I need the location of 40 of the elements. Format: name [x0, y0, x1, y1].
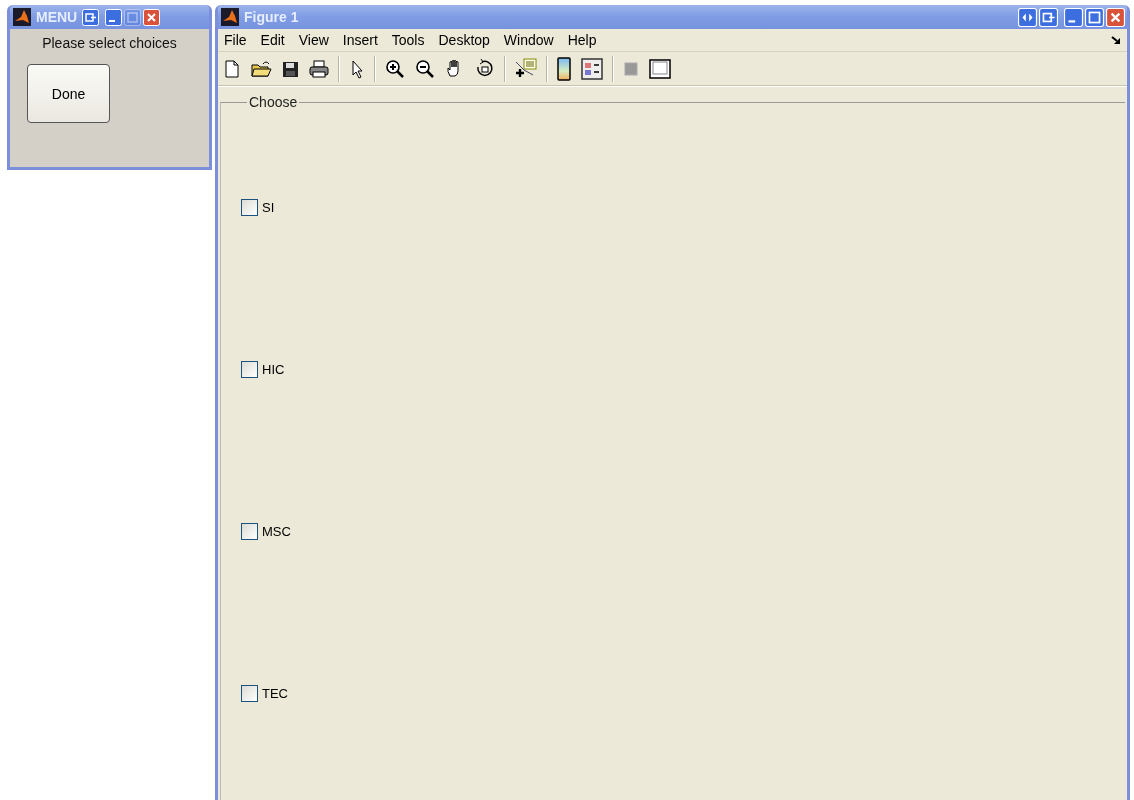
window-title: Figure 1: [244, 9, 299, 25]
done-button[interactable]: Done: [27, 64, 110, 123]
data-cursor-icon[interactable]: [514, 57, 538, 80]
colorbar-icon[interactable]: [556, 56, 572, 81]
zoom-out-icon[interactable]: [414, 57, 436, 80]
maximize-icon[interactable]: [1085, 7, 1104, 27]
menu-item[interactable]: View: [298, 32, 329, 48]
prompt-text: Please select choices: [41, 35, 178, 51]
menu-item[interactable]: Help: [567, 32, 597, 48]
window-title: MENU: [36, 9, 78, 25]
checkbox[interactable]: [241, 684, 258, 702]
checkbox-label[interactable]: TEC: [262, 685, 288, 701]
zoom-in-icon[interactable]: [384, 57, 406, 80]
minimize-icon[interactable]: [105, 8, 123, 26]
arrows-icon[interactable]: [1018, 7, 1037, 27]
menu-item[interactable]: Edit: [260, 32, 285, 48]
menu-item[interactable]: File: [224, 32, 247, 48]
frame-icon[interactable]: [648, 57, 672, 80]
checkbox[interactable]: [241, 198, 258, 216]
menu-item[interactable]: Desktop: [438, 32, 490, 48]
close-icon[interactable]: [1106, 7, 1125, 27]
app-logo-icon: [13, 8, 31, 26]
arrow-icon[interactable]: [1111, 35, 1121, 45]
close-icon[interactable]: [143, 8, 161, 26]
printer-icon[interactable]: [308, 58, 330, 79]
menu-item[interactable]: Window: [503, 32, 554, 48]
dock-icon[interactable]: [82, 8, 100, 26]
menu-item[interactable]: Tools: [391, 32, 425, 48]
checkbox-label[interactable]: HIC: [262, 361, 285, 377]
checkbox-label[interactable]: MSC: [262, 523, 291, 539]
legend-icon[interactable]: [580, 56, 604, 81]
checkbox-label[interactable]: SI: [262, 199, 275, 215]
panel-title: Choose: [248, 94, 299, 110]
checkbox[interactable]: [241, 360, 258, 378]
minimize-icon[interactable]: [1064, 7, 1083, 27]
app-logo-icon: [221, 8, 239, 26]
checkbox[interactable]: [241, 522, 258, 540]
dock-icon[interactable]: [1039, 7, 1058, 27]
menu-item[interactable]: Insert: [342, 32, 378, 48]
new-file-icon[interactable]: [222, 58, 242, 79]
